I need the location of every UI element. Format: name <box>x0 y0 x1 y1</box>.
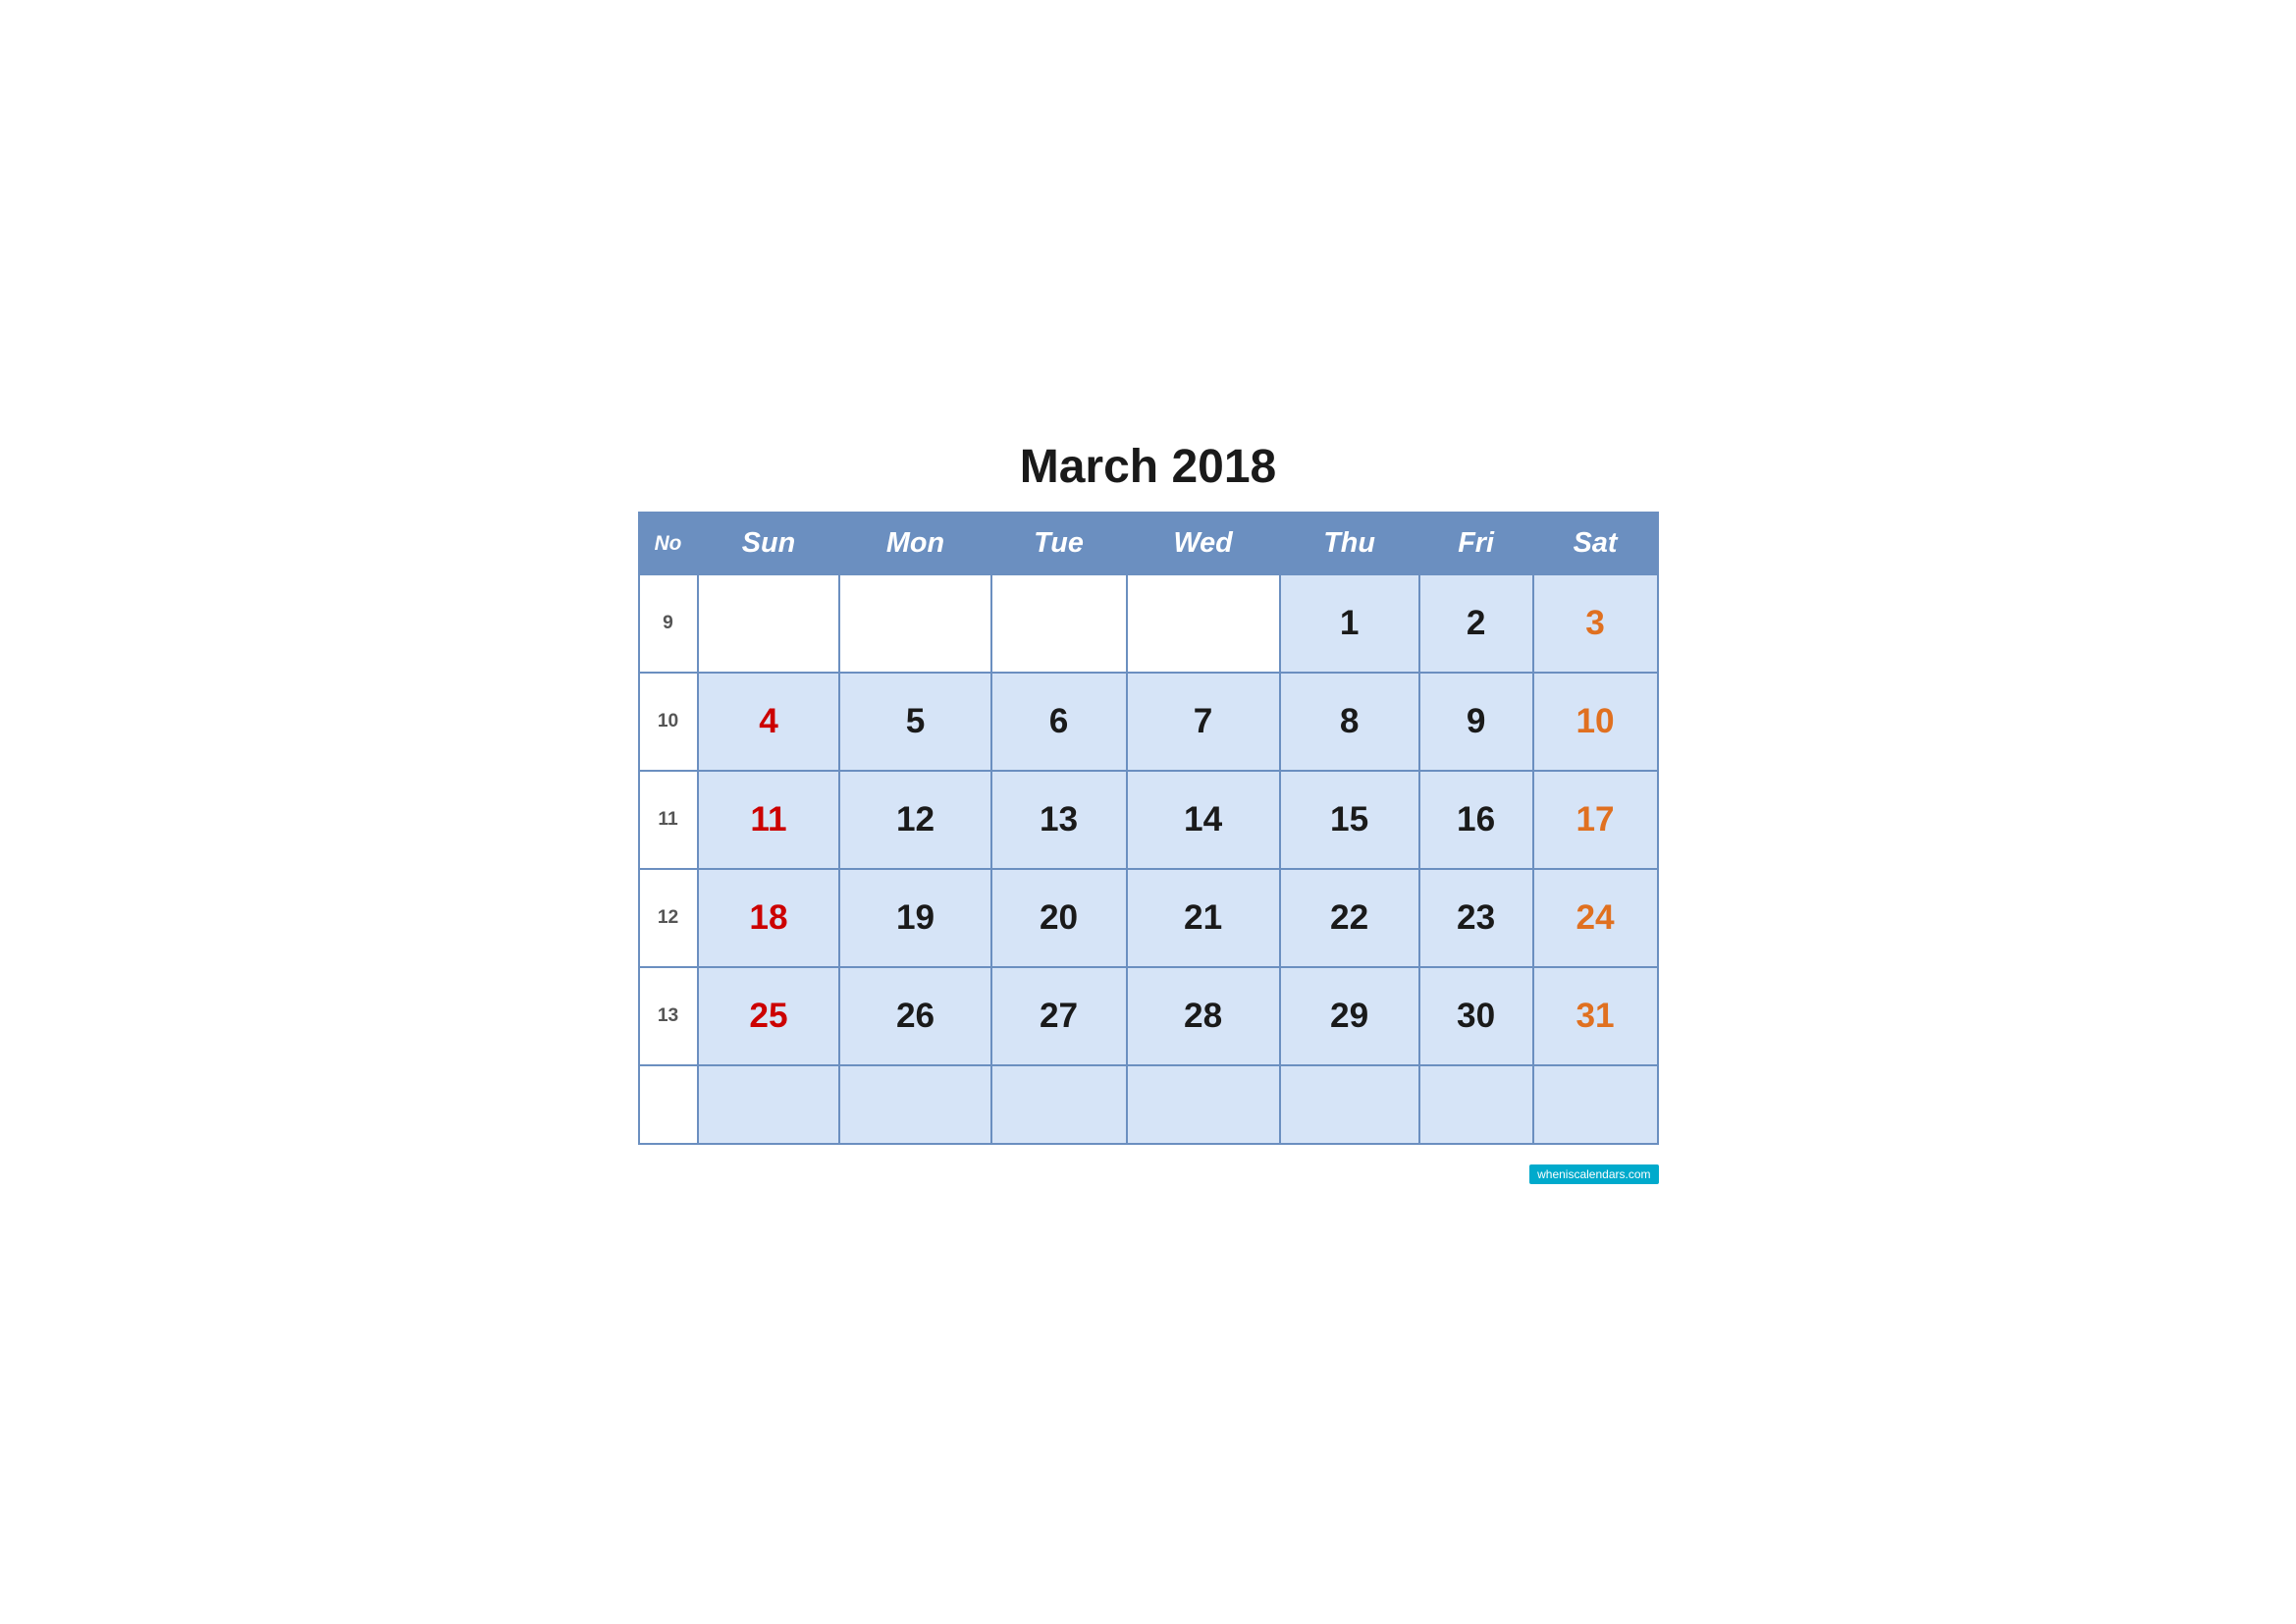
calendar-day-empty <box>639 1065 698 1144</box>
calendar-day: 9 <box>1419 673 1533 771</box>
header-no: No <box>639 513 698 574</box>
table-row-extra <box>639 1065 1658 1144</box>
calendar-day-empty <box>698 1065 840 1144</box>
header-row: No Sun Mon Tue Wed Thu Fri Sat <box>639 513 1658 574</box>
calendar-title: March 2018 <box>638 440 1659 494</box>
calendar-day-empty <box>839 1065 990 1144</box>
calendar-day: 10 <box>1533 673 1658 771</box>
calendar-day: 11 <box>698 771 840 869</box>
calendar-day: 30 <box>1419 967 1533 1065</box>
calendar-day: 12 <box>839 771 990 869</box>
calendar-day: 8 <box>1280 673 1419 771</box>
calendar-day: 5 <box>839 673 990 771</box>
calendar-day: 24 <box>1533 869 1658 967</box>
table-row: 1218192021222324 <box>639 869 1658 967</box>
calendar-day: 1 <box>1280 574 1419 673</box>
calendar-day: 27 <box>991 967 1127 1065</box>
calendar-day <box>1127 574 1280 673</box>
header-sat: Sat <box>1533 513 1658 574</box>
table-row: 1045678910 <box>639 673 1658 771</box>
header-fri: Fri <box>1419 513 1533 574</box>
calendar-day <box>991 574 1127 673</box>
header-mon: Mon <box>839 513 990 574</box>
table-row: 1111121314151617 <box>639 771 1658 869</box>
calendar-day: 25 <box>698 967 840 1065</box>
calendar-day: 17 <box>1533 771 1658 869</box>
calendar-day: 28 <box>1127 967 1280 1065</box>
calendar-day: 19 <box>839 869 990 967</box>
calendar-day-empty <box>991 1065 1127 1144</box>
calendar-day <box>698 574 840 673</box>
calendar-day: 21 <box>1127 869 1280 967</box>
week-number: 13 <box>639 967 698 1065</box>
week-number: 12 <box>639 869 698 967</box>
calendar-day: 7 <box>1127 673 1280 771</box>
calendar-day: 2 <box>1419 574 1533 673</box>
table-row: 9 123 <box>639 574 1658 673</box>
calendar-day: 6 <box>991 673 1127 771</box>
calendar-table: No Sun Mon Tue Wed Thu Fri Sat 912310456… <box>638 512 1659 1145</box>
watermark: wheniscalendars.com <box>1529 1164 1658 1184</box>
calendar-day: 4 <box>698 673 840 771</box>
calendar-day: 31 <box>1533 967 1658 1065</box>
calendar-day: 13 <box>991 771 1127 869</box>
calendar-day: 15 <box>1280 771 1419 869</box>
calendar-day: 16 <box>1419 771 1533 869</box>
calendar-day: 23 <box>1419 869 1533 967</box>
week-number: 9 <box>639 574 698 673</box>
calendar-day: 14 <box>1127 771 1280 869</box>
calendar-day: 3 <box>1533 574 1658 673</box>
calendar-day: 18 <box>698 869 840 967</box>
calendar-day: 20 <box>991 869 1127 967</box>
calendar-day: 26 <box>839 967 990 1065</box>
calendar-body: 9123104567891011111213141516171218192021… <box>639 574 1658 1144</box>
header-sun: Sun <box>698 513 840 574</box>
calendar-page: March 2018 No Sun Mon Tue Wed Thu Fri Sa… <box>609 420 1688 1204</box>
calendar-day-empty <box>1280 1065 1419 1144</box>
table-row: 1325262728293031 <box>639 967 1658 1065</box>
header-wed: Wed <box>1127 513 1280 574</box>
calendar-day <box>839 574 990 673</box>
header-tue: Tue <box>991 513 1127 574</box>
week-number: 11 <box>639 771 698 869</box>
calendar-day-empty <box>1419 1065 1533 1144</box>
week-number: 10 <box>639 673 698 771</box>
calendar-day-empty <box>1127 1065 1280 1144</box>
calendar-day-empty <box>1533 1065 1658 1144</box>
calendar-day: 22 <box>1280 869 1419 967</box>
header-thu: Thu <box>1280 513 1419 574</box>
calendar-day: 29 <box>1280 967 1419 1065</box>
